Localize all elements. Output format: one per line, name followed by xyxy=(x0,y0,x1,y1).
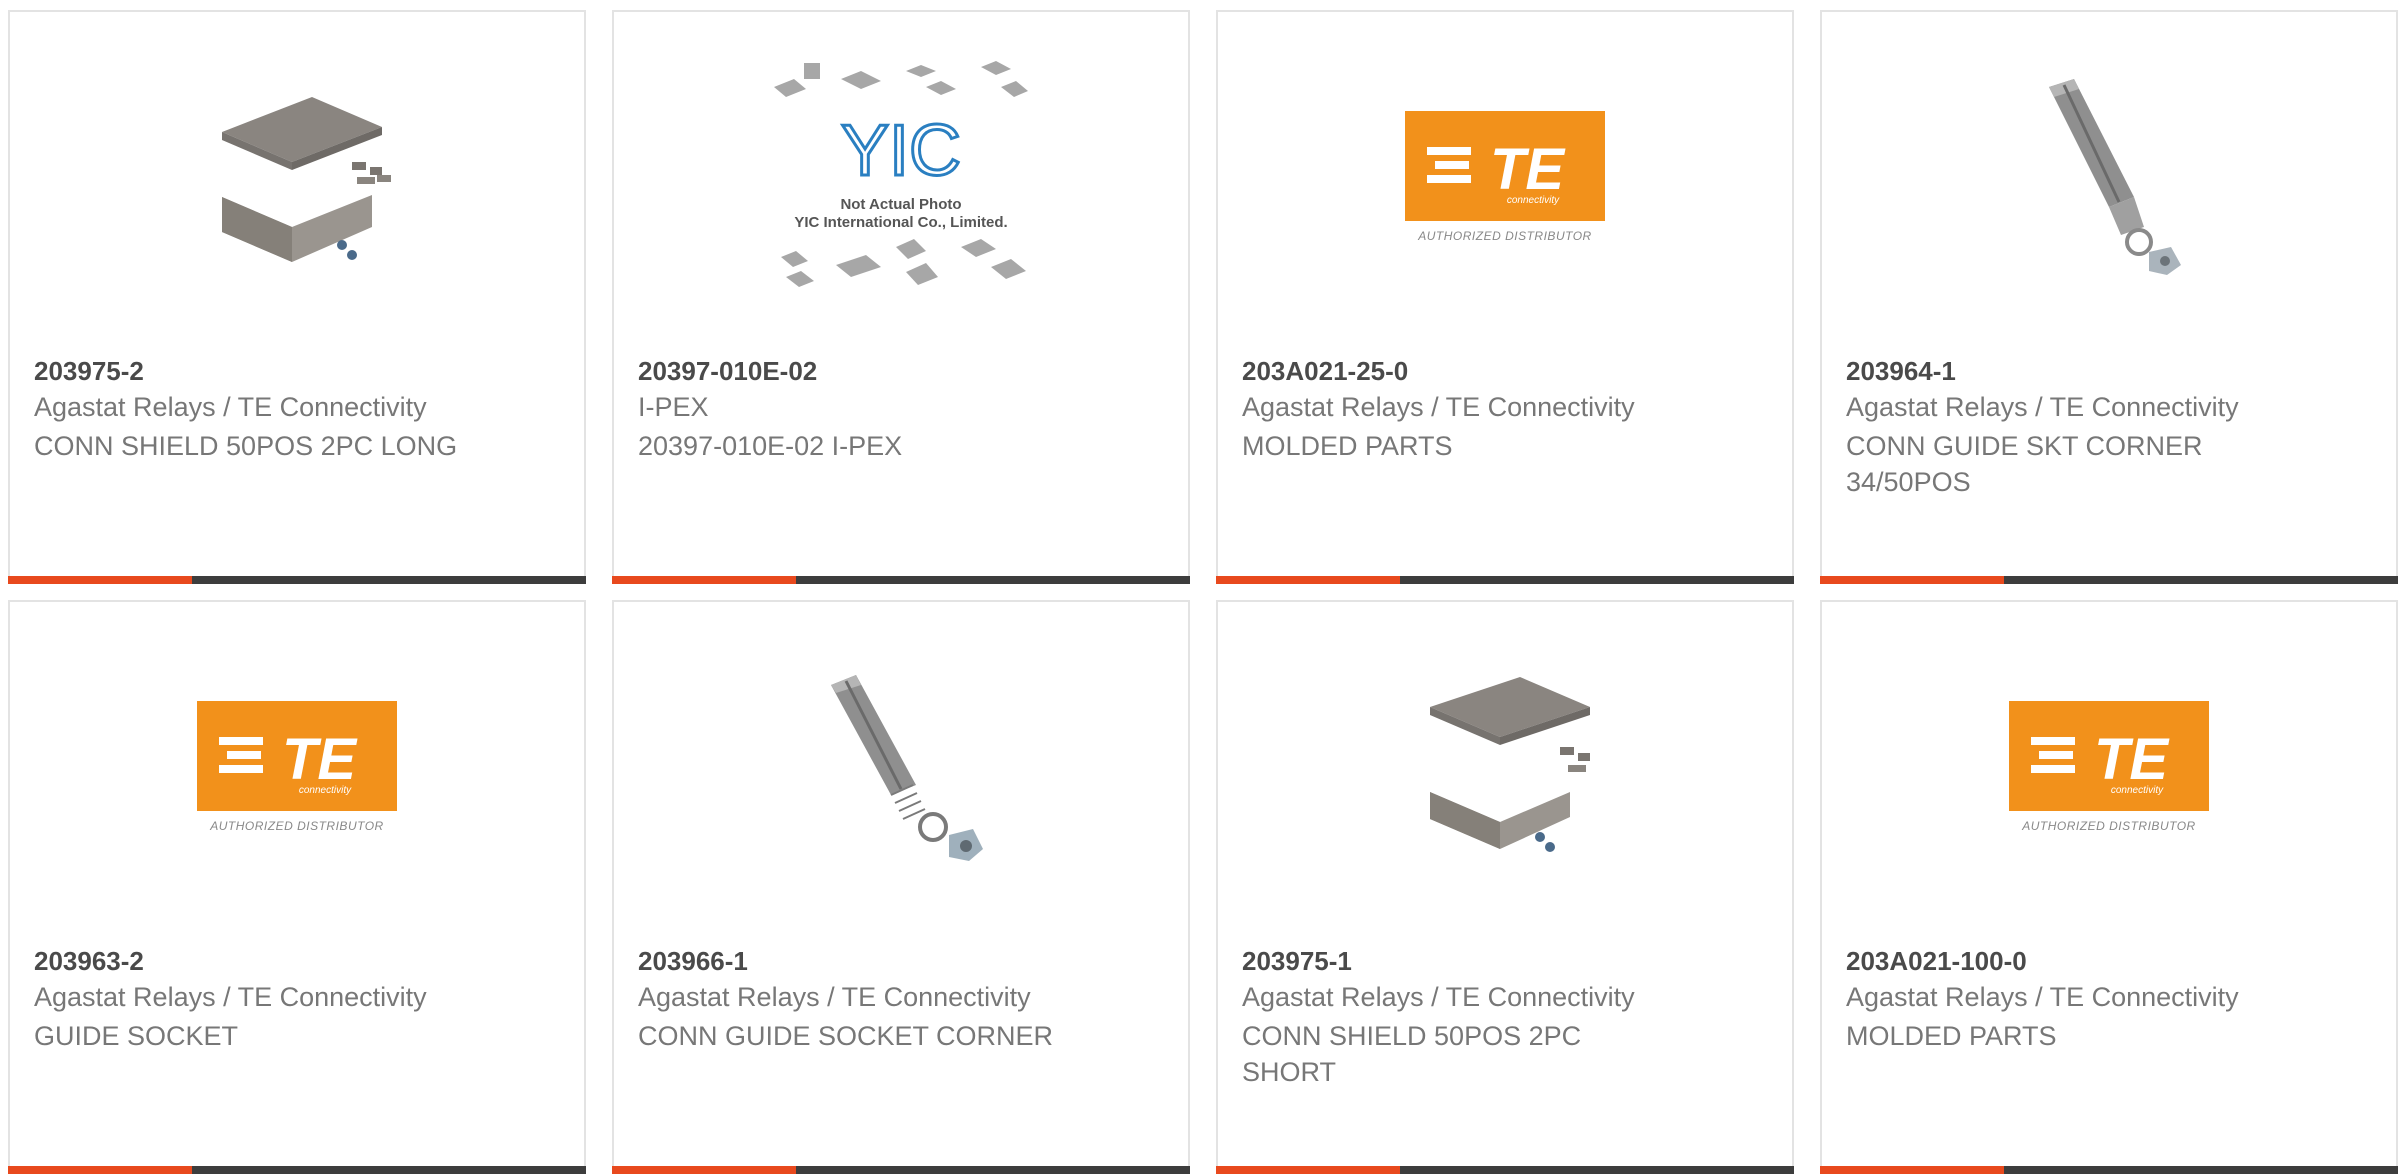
card-accent-bar xyxy=(612,1166,796,1174)
yic-caption-2: YIC International Co., Limited. xyxy=(794,214,1007,231)
manufacturer: Agastat Relays / TE Connectivity xyxy=(1846,392,2239,422)
yic-caption-1: Not Actual Photo xyxy=(840,196,961,213)
product-image[interactable]: YIC Not Actual Photo YIC International C… xyxy=(614,61,1188,292)
part-number[interactable]: 203963-2 xyxy=(34,946,144,977)
te-logo-text: TE xyxy=(2094,727,2170,792)
product-image[interactable] xyxy=(1822,62,2396,292)
part-number[interactable]: 203A021-25-0 xyxy=(1242,356,1408,387)
yic-logo-text: YIC xyxy=(841,111,961,191)
product-card[interactable]: 203966-1 Agastat Relays / TE Connectivit… xyxy=(612,600,1190,1174)
product-image[interactable] xyxy=(10,62,584,292)
description: GUIDE SOCKET xyxy=(34,1021,239,1051)
part-number[interactable]: 203966-1 xyxy=(638,946,748,977)
part-number[interactable]: 203975-2 xyxy=(34,356,144,387)
te-distributor-text: AUTHORIZED DISTRIBUTOR xyxy=(2022,819,2196,833)
product-card[interactable]: TE connectivity AUTHORIZED DISTRIBUTOR 2… xyxy=(1820,600,2398,1174)
guide-socket-image xyxy=(831,675,983,861)
te-logo-image: TE connectivity AUTHORIZED DISTRIBUTOR xyxy=(2009,701,2209,833)
product-card[interactable]: YIC Not Actual Photo YIC International C… xyxy=(612,10,1190,584)
product-card[interactable]: 203975-1 Agastat Relays / TE Connectivit… xyxy=(1216,600,1794,1174)
description: CONN GUIDE SKT CORNER 34/50POS xyxy=(1846,431,2203,497)
te-logo-image: TE connectivity AUTHORIZED DISTRIBUTOR xyxy=(1405,111,1605,243)
manufacturer: Agastat Relays / TE Connectivity xyxy=(638,982,1031,1012)
card-footer-bar xyxy=(1820,1166,2398,1174)
card-footer-bar xyxy=(1820,576,2398,584)
shield-enclosure-image xyxy=(1430,677,1590,852)
product-card[interactable]: TE connectivity AUTHORIZED DISTRIBUTOR 2… xyxy=(1216,10,1794,584)
description: MOLDED PARTS xyxy=(1242,431,1453,461)
card-accent-bar xyxy=(8,576,192,584)
product-image[interactable]: TE connectivity AUTHORIZED DISTRIBUTOR xyxy=(10,652,584,882)
te-logo-subtext: connectivity xyxy=(299,785,352,796)
card-footer-bar xyxy=(612,1166,1190,1174)
te-distributor-text: AUTHORIZED DISTRIBUTOR xyxy=(1418,229,1592,243)
product-card[interactable]: 203975-2 Agastat Relays / TE Connectivit… xyxy=(8,10,586,584)
description: MOLDED PARTS xyxy=(1846,1021,2057,1051)
description: CONN SHIELD 50POS 2PC LONG xyxy=(34,431,458,461)
product-card[interactable]: 203964-1 Agastat Relays / TE Connectivit… xyxy=(1820,10,2398,584)
description: CONN SHIELD 50POS 2PC SHORT xyxy=(1242,1021,1582,1087)
product-image[interactable]: TE connectivity AUTHORIZED DISTRIBUTOR xyxy=(1218,62,1792,292)
te-logo-subtext: connectivity xyxy=(2111,785,2164,796)
card-footer-bar xyxy=(612,576,1190,584)
product-grid: 203975-2 Agastat Relays / TE Connectivit… xyxy=(0,0,2400,1174)
guide-socket-image xyxy=(2049,79,2181,275)
shield-enclosure-image xyxy=(222,97,391,262)
card-footer-bar xyxy=(1216,576,1794,584)
part-number[interactable]: 20397-010E-02 xyxy=(638,356,817,387)
manufacturer: I-PEX xyxy=(638,392,709,422)
card-footer-bar xyxy=(8,576,586,584)
description: CONN GUIDE SOCKET CORNER xyxy=(638,1021,1054,1051)
product-image[interactable] xyxy=(1218,652,1792,882)
part-number[interactable]: 203975-1 xyxy=(1242,946,1352,977)
part-number[interactable]: 203A021-100-0 xyxy=(1846,946,2027,977)
te-logo-text: TE xyxy=(1490,137,1566,202)
card-accent-bar xyxy=(1820,1166,2004,1174)
manufacturer: Agastat Relays / TE Connectivity xyxy=(34,982,427,1012)
te-logo-image: TE connectivity AUTHORIZED DISTRIBUTOR xyxy=(197,701,397,833)
card-footer-bar xyxy=(8,1166,586,1174)
card-accent-bar xyxy=(8,1166,192,1174)
product-image[interactable]: TE connectivity AUTHORIZED DISTRIBUTOR xyxy=(1822,652,2396,882)
card-accent-bar xyxy=(1216,1166,1400,1174)
manufacturer: Agastat Relays / TE Connectivity xyxy=(1242,982,1635,1012)
product-image[interactable] xyxy=(614,652,1188,882)
card-accent-bar xyxy=(612,576,796,584)
te-logo-text: TE xyxy=(282,727,358,792)
card-accent-bar xyxy=(1216,576,1400,584)
card-accent-bar xyxy=(1820,576,2004,584)
product-card[interactable]: TE connectivity AUTHORIZED DISTRIBUTOR 2… xyxy=(8,600,586,1174)
manufacturer: Agastat Relays / TE Connectivity xyxy=(1242,392,1635,422)
part-number[interactable]: 203964-1 xyxy=(1846,356,1956,387)
card-footer-bar xyxy=(1216,1166,1794,1174)
manufacturer: Agastat Relays / TE Connectivity xyxy=(34,392,427,422)
te-distributor-text: AUTHORIZED DISTRIBUTOR xyxy=(210,819,384,833)
te-logo-subtext: connectivity xyxy=(1507,195,1560,206)
manufacturer: Agastat Relays / TE Connectivity xyxy=(1846,982,2239,1012)
description: 20397-010E-02 I-PEX xyxy=(638,431,903,461)
yic-placeholder-image: YIC Not Actual Photo YIC International C… xyxy=(774,61,1028,287)
